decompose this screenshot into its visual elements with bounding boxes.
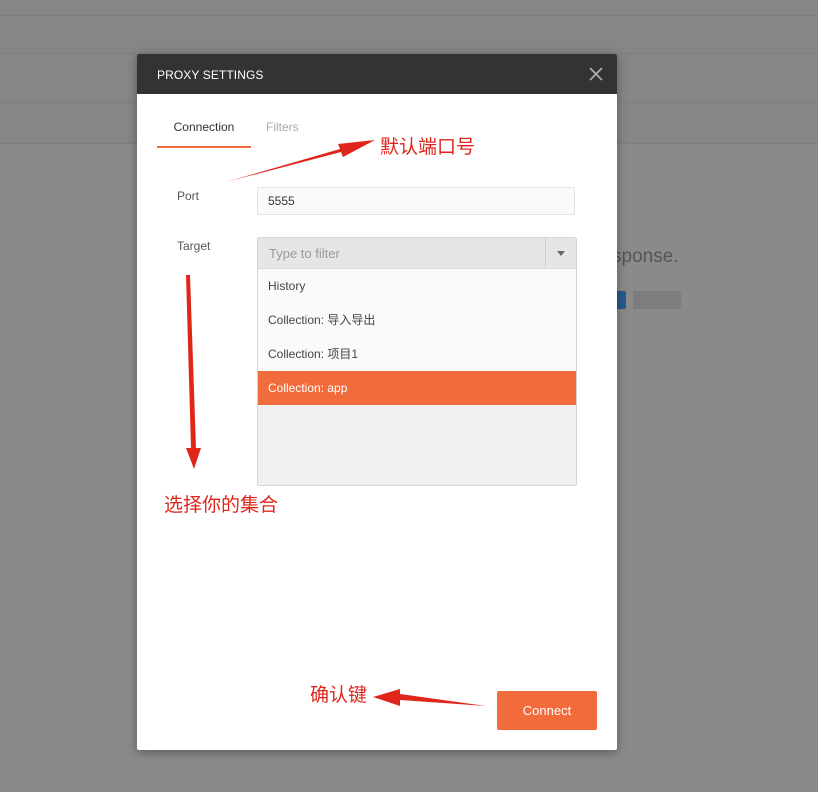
target-filter-row (258, 238, 576, 269)
annotation-confirm-note: 确认键 (310, 684, 368, 706)
target-label: Target (177, 239, 211, 253)
close-icon[interactable] (587, 65, 605, 83)
target-option-history[interactable]: History (258, 269, 576, 303)
target-option-list: History Collection: 导入导出 Collection: 项目1… (258, 269, 576, 405)
port-input[interactable] (257, 187, 575, 215)
target-option-import-export[interactable]: Collection: 导入导出 (258, 303, 576, 337)
target-filter-input[interactable] (258, 238, 547, 268)
proxy-settings-modal: PROXY SETTINGS Connection Filters Port T… (137, 54, 617, 750)
chevron-down-icon (557, 251, 565, 256)
target-select: History Collection: 导入导出 Collection: 项目1… (257, 237, 577, 486)
target-dropdown-toggle[interactable] (545, 238, 576, 268)
port-label: Port (177, 189, 200, 203)
tab-connection[interactable]: Connection (157, 120, 251, 148)
modal-header: PROXY SETTINGS (137, 54, 617, 94)
connect-button[interactable]: Connect (497, 691, 597, 730)
background-response-hint: sponse. (612, 246, 679, 267)
background-toolbar (0, 0, 818, 16)
target-option-project1[interactable]: Collection: 项目1 (258, 337, 576, 371)
background-tab-bar (0, 16, 818, 54)
background-grey-button (633, 291, 681, 309)
annotation-target-note: 选择你的集合 (164, 494, 279, 516)
modal-title: PROXY SETTINGS (157, 68, 264, 82)
tab-filters[interactable]: Filters (266, 120, 299, 146)
annotation-port-note: 默认端口号 (380, 136, 476, 158)
target-option-app[interactable]: Collection: app (258, 371, 576, 405)
